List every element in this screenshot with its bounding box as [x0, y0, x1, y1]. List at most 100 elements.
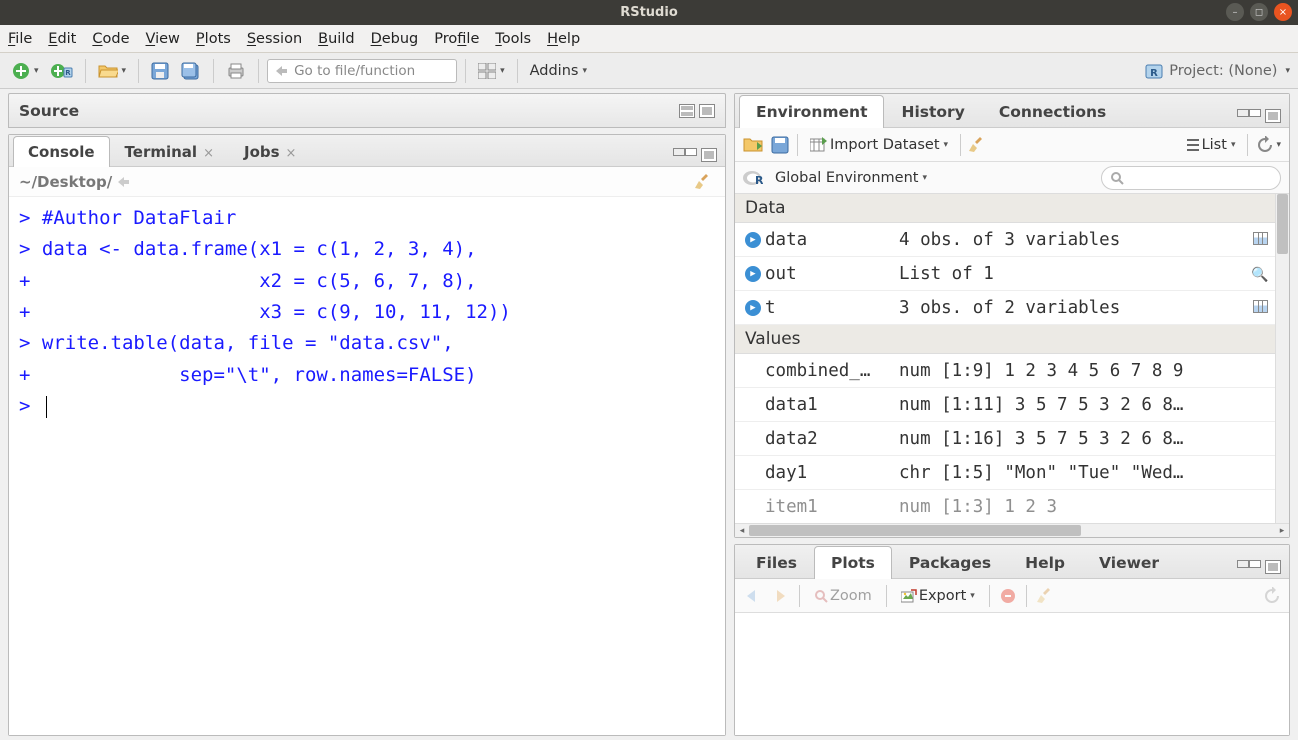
plots-pane: Files Plots Packages Help Viewer [734, 544, 1290, 736]
tab-help[interactable]: Help [1008, 546, 1082, 579]
main-toolbar: ▾ R ▾ Go to file/function ▾ Addins ▾ R P… [0, 53, 1298, 89]
tab-environment[interactable]: Environment [739, 95, 884, 128]
window-close-button[interactable]: × [1274, 3, 1292, 21]
env-value-row[interactable]: item1 num [1:3] 1 2 3 [735, 490, 1275, 523]
tab-terminal[interactable]: Terminal× [110, 136, 229, 167]
tab-console[interactable]: Console [13, 136, 110, 167]
expand-icon[interactable]: ▶ [745, 266, 761, 282]
plot-next-icon[interactable] [771, 588, 789, 604]
environment-toolbar: Import Dataset ▾ List ▾ ▾ [735, 128, 1289, 162]
menu-debug[interactable]: Debug [371, 31, 419, 47]
open-dir-icon[interactable] [116, 175, 132, 189]
env-data-row[interactable]: ▶t 3 obs. of 2 variables [735, 291, 1275, 325]
load-workspace-icon[interactable] [743, 136, 763, 154]
remove-plot-icon[interactable] [1000, 588, 1016, 604]
env-value-row[interactable]: data2 num [1:16] 3 5 7 5 3 2 6 8… [735, 422, 1275, 456]
goto-file-input[interactable]: Go to file/function [267, 59, 457, 83]
import-dataset-button[interactable]: Import Dataset ▾ [806, 134, 952, 156]
addins-button[interactable]: Addins ▾ [526, 60, 591, 82]
menu-session[interactable]: Session [247, 31, 302, 47]
plots-toolbar: Zoom Export ▾ [735, 579, 1289, 613]
tab-connections[interactable]: Connections [982, 95, 1123, 128]
svg-text:R: R [755, 174, 763, 187]
console-maximize-icon[interactable] [701, 148, 717, 162]
source-maximize-icon[interactable] [699, 104, 715, 118]
tab-viewer[interactable]: Viewer [1082, 546, 1176, 579]
env-data-row[interactable]: ▶out List of 1 🔍 [735, 257, 1275, 291]
refresh-icon[interactable]: ▾ [1256, 136, 1281, 154]
console-output[interactable]: > #Author DataFlair > data <- data.frame… [9, 197, 725, 735]
r-logo-icon: R [743, 169, 763, 187]
save-workspace-icon[interactable] [771, 136, 789, 154]
plots-maximize-icon[interactable] [1265, 560, 1281, 574]
tab-plots[interactable]: Plots [814, 546, 892, 579]
env-maximize-icon[interactable] [1265, 109, 1281, 123]
window-maximize-button[interactable]: ◻ [1250, 3, 1268, 21]
menu-view[interactable]: View [146, 31, 180, 47]
menu-profile[interactable]: Profile [434, 31, 479, 47]
environment-pane: Environment History Connections I [734, 93, 1290, 538]
view-mode-button[interactable]: List ▾ [1182, 134, 1240, 156]
expand-icon[interactable]: ▶ [745, 232, 761, 248]
refresh-plot-icon[interactable] [1263, 587, 1281, 605]
open-file-button[interactable]: ▾ [94, 60, 131, 82]
clear-objects-icon[interactable] [969, 135, 989, 155]
close-icon[interactable]: × [286, 146, 297, 161]
tab-packages[interactable]: Packages [892, 546, 1008, 579]
new-file-button[interactable]: ▾ [8, 59, 43, 83]
close-icon[interactable]: × [203, 146, 214, 161]
plot-prev-icon[interactable] [743, 588, 761, 604]
env-value-row[interactable]: combined_… num [1:9] 1 2 3 4 5 6 7 8 9 [735, 354, 1275, 388]
tab-history[interactable]: History [884, 95, 981, 128]
plots-minimize-icon[interactable] [1237, 560, 1261, 568]
clear-plots-icon[interactable] [1037, 586, 1057, 606]
goto-placeholder: Go to file/function [294, 63, 415, 79]
save-all-button[interactable] [177, 59, 205, 83]
menu-edit[interactable]: Edit [48, 31, 76, 47]
menu-help[interactable]: Help [547, 31, 580, 47]
svg-text:R: R [65, 69, 71, 77]
workspace-panes-button[interactable]: ▾ [474, 60, 509, 82]
window-minimize-button[interactable]: – [1226, 3, 1244, 21]
save-button[interactable] [147, 59, 173, 83]
print-button[interactable] [222, 59, 250, 83]
plot-canvas [735, 613, 1289, 735]
clear-console-icon[interactable] [695, 172, 715, 192]
inspect-icon[interactable]: 🔍 [1251, 267, 1268, 283]
environment-scope-row: R Global Environment ▾ [735, 162, 1289, 194]
env-vertical-scrollbar[interactable] [1275, 194, 1289, 523]
env-horizontal-scrollbar[interactable]: ◂ ▸ [735, 523, 1289, 537]
svg-text:R: R [1150, 68, 1158, 79]
env-search-input[interactable] [1101, 166, 1281, 190]
menu-plots[interactable]: Plots [196, 31, 231, 47]
expand-icon[interactable]: ▶ [745, 300, 761, 316]
view-data-icon[interactable] [1253, 232, 1268, 245]
env-value-row[interactable]: data1 num [1:11] 3 5 7 5 3 2 6 8… [735, 388, 1275, 422]
new-project-button[interactable]: R [47, 59, 77, 83]
console-path-row: ~/Desktop/ [9, 167, 725, 197]
menu-build[interactable]: Build [318, 31, 354, 47]
console-pane: Console Terminal× Jobs× ~/Desktop/ > #Au… [8, 134, 726, 736]
console-minimize-icon[interactable] [673, 148, 697, 156]
env-value-row[interactable]: day1 chr [1:5] "Mon" "Tue" "Wed… [735, 456, 1275, 490]
window-title: RStudio [620, 5, 678, 20]
zoom-button[interactable]: Zoom [810, 585, 876, 607]
env-section-data: Data [735, 194, 1275, 223]
menu-tools[interactable]: Tools [495, 31, 531, 47]
menu-file[interactable]: File [8, 31, 32, 47]
tab-jobs[interactable]: Jobs× [229, 136, 311, 167]
source-pane-header: Source [8, 93, 726, 128]
view-data-icon[interactable] [1253, 300, 1268, 313]
scope-selector[interactable]: Global Environment ▾ [771, 167, 931, 189]
menu-code[interactable]: Code [92, 31, 129, 47]
env-minimize-icon[interactable] [1237, 109, 1261, 117]
source-restore-icon[interactable] [679, 104, 695, 118]
source-pane-title: Source [19, 102, 79, 120]
env-data-row[interactable]: ▶data 4 obs. of 3 variables [735, 223, 1275, 257]
console-tab-row: Console Terminal× Jobs× [9, 135, 725, 167]
tab-files[interactable]: Files [739, 546, 814, 579]
export-button[interactable]: Export ▾ [897, 585, 979, 607]
env-section-values: Values [735, 325, 1275, 354]
project-menu[interactable]: R Project: (None) ▾ [1145, 62, 1290, 80]
window-titlebar: RStudio – ◻ × [0, 0, 1298, 25]
